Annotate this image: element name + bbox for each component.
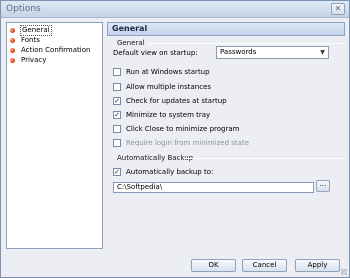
sidebar-item-label: General (20, 25, 52, 36)
cancel-button[interactable]: Cancel (242, 259, 287, 272)
run-at-startup-checkbox[interactable]: Run at Windows startup (113, 67, 210, 77)
chevron-down-icon: ▼ (320, 49, 325, 56)
ok-button[interactable]: OK (191, 259, 236, 272)
checkmark-icon[interactable]: ✓ (113, 168, 121, 176)
checkmark-icon[interactable]: ✓ (113, 97, 121, 105)
window-title: Options (6, 4, 41, 14)
sidebar-item-privacy[interactable]: Privacy (10, 56, 47, 65)
checkbox-label: Minimize to system tray (126, 111, 211, 119)
backup-path-input[interactable]: C:\Softpedia\ (113, 182, 314, 193)
sidebar-item-general[interactable]: General (10, 25, 52, 36)
sidebar-item-label: Fonts (21, 36, 40, 44)
checkbox-box[interactable] (113, 83, 121, 91)
auto-backup-checkbox[interactable]: ✓ Automatically backup to: (113, 167, 213, 177)
sidebar-item-label: Privacy (21, 56, 47, 64)
bullet-icon (10, 28, 15, 33)
default-view-label: Default view on startup: (113, 49, 198, 57)
checkbox-label: Check for updates at startup (126, 97, 227, 105)
default-view-value: Passwords (220, 48, 257, 56)
backup-group-title: Automatically Backup (117, 154, 194, 162)
close-icon[interactable]: ✕ (331, 3, 345, 15)
bullet-icon (10, 38, 15, 43)
options-category-list[interactable]: General Fonts Action Confirmation Privac… (6, 22, 103, 249)
checkbox-label: Click Close to minimize program (126, 125, 240, 133)
bullet-icon (10, 58, 15, 63)
browse-button[interactable]: ... (316, 180, 330, 192)
checkbox-box[interactable] (113, 125, 121, 133)
general-group-divider (148, 43, 345, 44)
require-login-checkbox[interactable]: Require login from minimized state (113, 138, 249, 148)
options-window: Options ✕ General Fonts Action Confirmat… (0, 0, 350, 278)
backup-group-divider (184, 158, 345, 159)
sidebar-item-action-confirmation[interactable]: Action Confirmation (10, 46, 91, 55)
resize-grip-icon[interactable] (341, 269, 347, 275)
panel-header: General (107, 22, 345, 36)
bullet-icon (10, 48, 15, 53)
checkbox-label: Require login from minimized state (126, 139, 250, 147)
close-to-minimize-checkbox[interactable]: Click Close to minimize program (113, 124, 239, 134)
checkmark-icon[interactable]: ✓ (113, 111, 121, 119)
checkbox-box[interactable] (113, 139, 121, 147)
checkbox-label: Run at Windows startup (126, 68, 210, 76)
title-bar[interactable]: Options ✕ (1, 1, 349, 18)
sidebar-item-fonts[interactable]: Fonts (10, 36, 41, 45)
minimize-to-tray-checkbox[interactable]: ✓ Minimize to system tray (113, 110, 210, 120)
apply-button[interactable]: Apply (295, 259, 340, 272)
default-view-dropdown[interactable]: Passwords ▼ (216, 46, 329, 59)
checkbox-box[interactable] (113, 68, 121, 76)
checkbox-label: Automatically backup to: (126, 168, 214, 176)
general-group-title: General (117, 39, 145, 47)
allow-multiple-instances-checkbox[interactable]: Allow multiple instances (113, 82, 211, 92)
checkbox-label: Allow multiple instances (126, 83, 212, 91)
sidebar-item-label: Action Confirmation (21, 46, 91, 54)
check-updates-checkbox[interactable]: ✓ Check for updates at startup (113, 96, 227, 106)
